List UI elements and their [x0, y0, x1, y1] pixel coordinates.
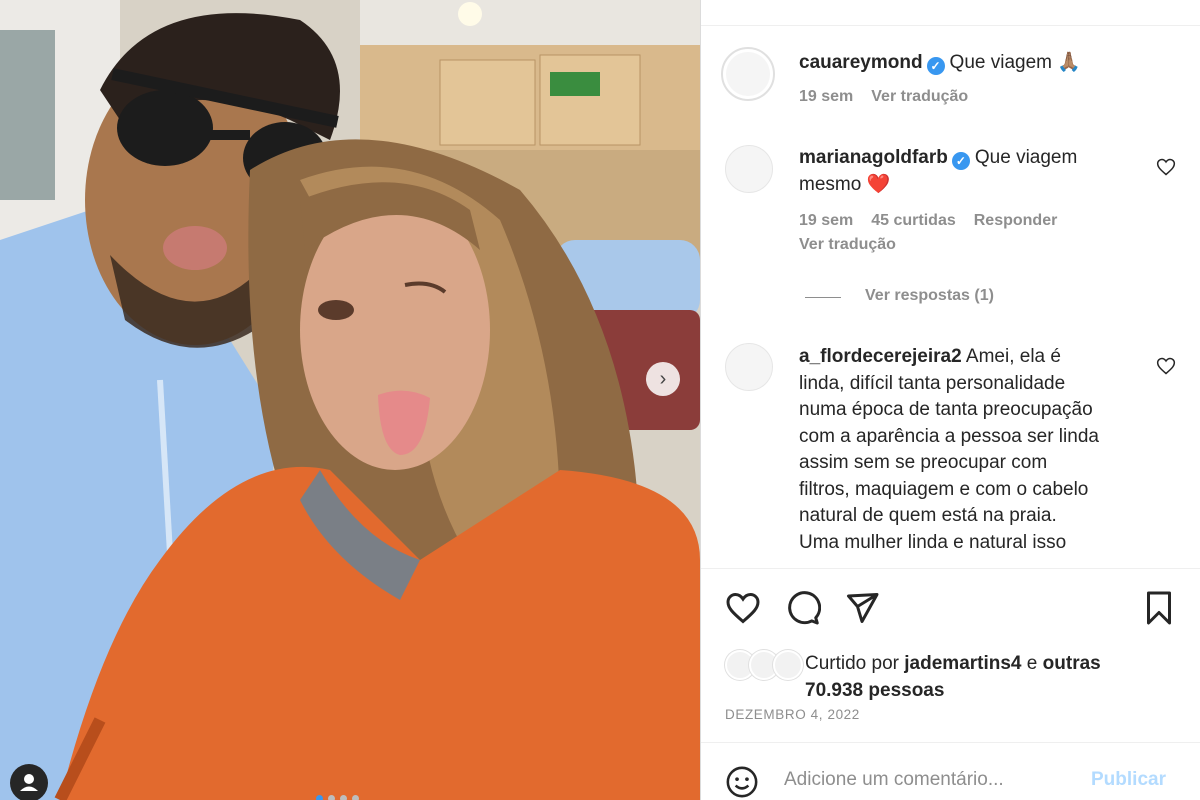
- see-translation-link[interactable]: Ver tradução: [871, 88, 968, 105]
- comment-bubble-icon[interactable]: [785, 590, 821, 626]
- comment-text-line: Que viagem: [974, 147, 1078, 168]
- view-replies-link[interactable]: Ver respostas (1): [865, 287, 994, 305]
- replies-line: [805, 297, 841, 298]
- likes-others-label[interactable]: outras: [1043, 653, 1101, 674]
- comment-text-line: Amei, ela é: [965, 346, 1061, 367]
- divider: [701, 25, 1200, 26]
- post-side-panel: cauareymond ✓ Que viagem 🙏🏽 19 sem Ver trad…: [700, 0, 1200, 800]
- see-translation-link[interactable]: Ver tradução: [799, 236, 896, 254]
- save-bookmark-icon[interactable]: [1141, 590, 1177, 626]
- comment-text-line: mesmo ❤️: [799, 173, 891, 195]
- comment-body: a_flordecerejeira2 Amei, ela é linda, di…: [799, 344, 1139, 556]
- verified-badge-icon: ✓: [951, 152, 970, 170]
- comment-text-line: filtros, maquiagem e com o cabelo: [799, 478, 1089, 500]
- divider: [701, 568, 1200, 569]
- avatar[interactable]: [725, 145, 773, 193]
- comment-time[interactable]: 19 sem: [799, 212, 853, 229]
- photo-illustration: [0, 0, 700, 800]
- comment-username[interactable]: cauareymond: [799, 52, 923, 73]
- comment-time[interactable]: 19 sem: [799, 88, 853, 105]
- avatar[interactable]: [725, 343, 773, 391]
- share-send-icon[interactable]: [844, 590, 880, 626]
- carousel-dot: [328, 795, 335, 800]
- add-comment-input[interactable]: Adicione um comentário...: [784, 769, 1004, 791]
- avatar[interactable]: [721, 47, 775, 101]
- comment-body: cauareymond ✓ Que viagem 🙏🏽: [799, 50, 1139, 77]
- comment-text-line: Uma mulher linda e natural isso: [799, 531, 1067, 553]
- comment-body: marianagoldfarb ✓ Que viagem mesmo ❤️: [799, 145, 1139, 198]
- comment-text: Que viagem 🙏🏽: [949, 52, 1081, 73]
- carousel-dot: [352, 795, 359, 800]
- post-photo[interactable]: ›: [0, 0, 700, 800]
- emoji-icon[interactable]: [725, 765, 759, 799]
- liker-username[interactable]: jademartins4: [904, 653, 1021, 674]
- divider: [701, 742, 1200, 743]
- comment-meta: 19 sem Ver tradução: [799, 88, 986, 106]
- comment-text-line: natural de quem está na praia.: [799, 505, 1057, 526]
- comment-username[interactable]: marianagoldfarb: [799, 147, 948, 168]
- like-comment-heart-icon[interactable]: [1156, 157, 1176, 177]
- carousel-dot-active: [316, 795, 323, 800]
- comment-username[interactable]: a_flordecerejeira2: [799, 346, 962, 367]
- next-image-button[interactable]: ›: [646, 362, 680, 396]
- verified-badge-icon: ✓: [926, 57, 945, 75]
- comment-meta: 19 sem 45 curtidas Responder: [799, 212, 1075, 230]
- likes-count[interactable]: 70.938 pessoas: [805, 680, 944, 701]
- like-comment-heart-icon[interactable]: [1156, 356, 1176, 376]
- comment-text-line: numa época de tanta preocupação: [799, 399, 1093, 420]
- likes-summary: Curtido por jademartins4 e outras 70.938…: [805, 650, 1165, 704]
- reply-link[interactable]: Responder: [974, 212, 1058, 229]
- comment-text-line: assim sem se preocupar com: [799, 452, 1048, 473]
- liker-avatar: [773, 650, 803, 680]
- publish-button[interactable]: Publicar: [1091, 769, 1166, 791]
- carousel-dot: [340, 795, 347, 800]
- comment-likes[interactable]: 45 curtidas: [871, 212, 955, 229]
- tagged-users-icon[interactable]: [10, 764, 48, 800]
- like-heart-icon[interactable]: [725, 590, 761, 626]
- carousel-indicator: [316, 789, 364, 800]
- comment-text-line: com a aparência a pessoa ser linda: [799, 425, 1099, 447]
- likes-connector: e: [1026, 653, 1038, 674]
- likes-prefix: Curtido por: [805, 653, 899, 674]
- comment-text-line: linda, difícil tanta personalidade: [799, 372, 1066, 394]
- post-date[interactable]: DEZEMBRO 4, 2022: [725, 707, 860, 722]
